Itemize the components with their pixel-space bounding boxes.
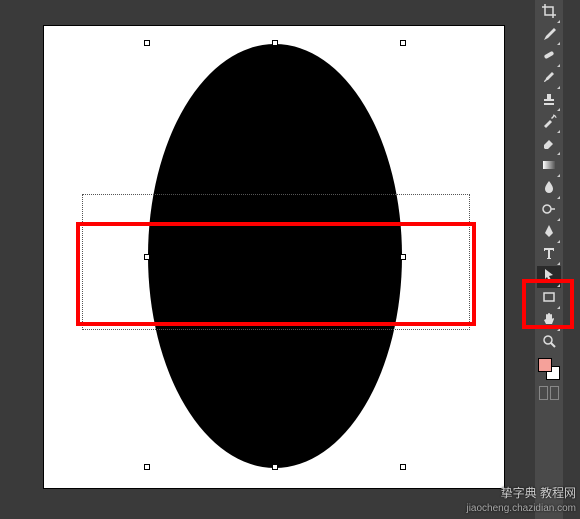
mask-mode-icon [550, 386, 559, 400]
history-brush-tool[interactable] [537, 112, 561, 134]
bandage-icon [541, 47, 557, 68]
flyout-indicator-icon [557, 218, 560, 221]
color-swatches[interactable] [538, 358, 560, 380]
handle-top-right[interactable] [400, 40, 406, 46]
flyout-indicator-icon [557, 42, 560, 45]
history-brush-icon [541, 113, 557, 134]
flyout-indicator-icon [557, 152, 560, 155]
eraser-tool[interactable] [537, 134, 561, 156]
watermark-url: jiaocheng.chazidian.com [466, 502, 576, 515]
blur-tool[interactable] [537, 178, 561, 200]
flyout-indicator-icon [557, 262, 560, 265]
watermark-text: 挚字典 教程网 [466, 486, 576, 502]
brush-tool[interactable] [537, 68, 561, 90]
standard-mode-icon [539, 386, 548, 400]
pen-icon [541, 223, 557, 244]
dodge-icon [541, 201, 557, 222]
flyout-indicator-icon [557, 86, 560, 89]
hand-icon [541, 311, 557, 332]
flyout-indicator-icon [557, 240, 560, 243]
type-icon [541, 245, 557, 266]
canvas[interactable] [44, 26, 504, 488]
crop-tool[interactable] [537, 2, 561, 24]
flyout-indicator-icon [557, 130, 560, 133]
eyedropper-tool[interactable] [537, 24, 561, 46]
foreground-color-swatch[interactable] [538, 358, 552, 372]
rectangle-icon [541, 289, 557, 310]
gradient-icon [541, 157, 557, 178]
brush-icon [541, 69, 557, 90]
handle-bottom-left[interactable] [144, 464, 150, 470]
stamp-icon [541, 91, 557, 112]
type-tool[interactable] [537, 244, 561, 266]
handle-top-left[interactable] [144, 40, 150, 46]
healing-brush-tool[interactable] [537, 46, 561, 68]
handle-top-center[interactable] [272, 40, 278, 46]
flyout-indicator-icon [557, 174, 560, 177]
flyout-indicator-icon [557, 20, 560, 23]
flyout-indicator-icon [557, 306, 560, 309]
handle-bottom-center[interactable] [272, 464, 278, 470]
zoom-tool[interactable] [537, 332, 561, 354]
watermark: 挚字典 教程网 jiaocheng.chazidian.com [466, 486, 576, 515]
pen-tool[interactable] [537, 222, 561, 244]
annotation-highlight-canvas [76, 222, 476, 326]
path-selection-tool[interactable] [537, 266, 561, 288]
hand-tool[interactable] [537, 310, 561, 332]
dodge-tool[interactable] [537, 200, 561, 222]
eraser-icon [541, 135, 557, 156]
flyout-indicator-icon [557, 108, 560, 111]
eyedropper-icon [541, 25, 557, 46]
arrow-cursor-icon [541, 267, 557, 288]
handle-bottom-right[interactable] [400, 464, 406, 470]
quick-mask-toggle[interactable] [538, 386, 560, 402]
flyout-indicator-icon [557, 196, 560, 199]
crop-icon [541, 3, 557, 24]
magnifier-icon [541, 333, 557, 354]
flyout-indicator-icon [557, 284, 560, 287]
droplet-icon [541, 179, 557, 200]
flyout-indicator-icon [557, 328, 560, 331]
shape-tool[interactable] [537, 288, 561, 310]
clone-stamp-tool[interactable] [537, 90, 561, 112]
flyout-indicator-icon [557, 64, 560, 67]
gradient-tool[interactable] [537, 156, 561, 178]
tools-panel [535, 0, 563, 519]
